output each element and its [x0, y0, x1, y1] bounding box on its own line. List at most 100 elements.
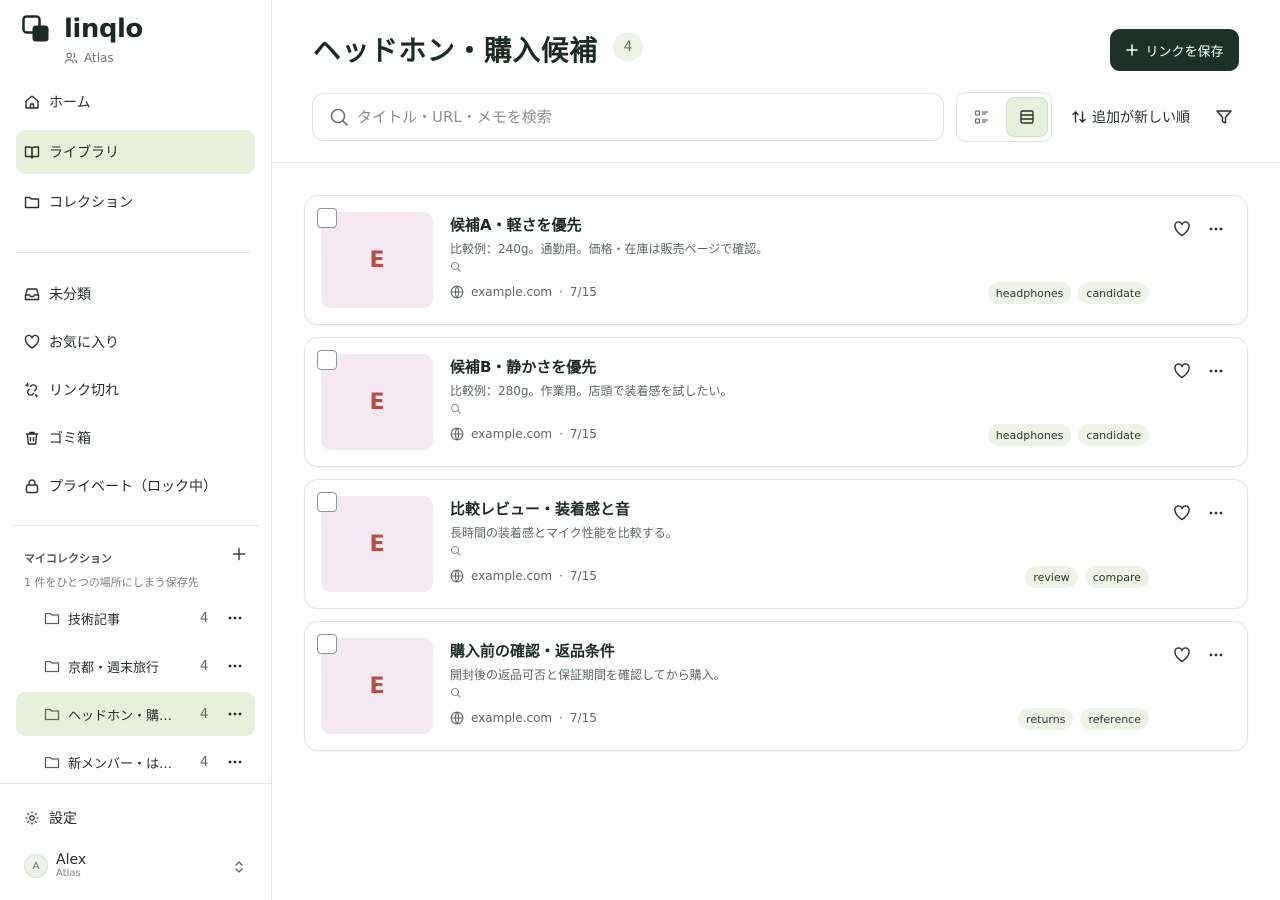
list-compact-view-button[interactable] — [961, 97, 1003, 137]
link-card[interactable]: E 購入前の確認・返品条件 開封後の返品可否と保証期間を確認してから購入。 ex… — [304, 621, 1248, 751]
search-box[interactable] — [312, 93, 944, 141]
folder-icon — [44, 754, 60, 770]
tag[interactable]: compare — [1084, 566, 1149, 588]
globe-icon — [450, 569, 464, 583]
list-view-button[interactable] — [1006, 97, 1048, 137]
user-workspace: Atlas — [56, 868, 81, 879]
link-date: 7/15 — [569, 427, 597, 441]
link-title[interactable]: 候補B・静かさを優先 — [450, 356, 596, 377]
search-icon — [450, 545, 462, 557]
folder-icon — [44, 706, 60, 722]
tag[interactable]: candidate — [1078, 424, 1149, 446]
tag[interactable]: returns — [1018, 708, 1074, 730]
nav-trash-label: ゴミ箱 — [49, 431, 91, 447]
app-name: linqlo — [64, 14, 143, 44]
link-meta: example.com · 7/15 — [450, 711, 597, 725]
nav-private[interactable]: プライベート（ロック中） — [16, 464, 255, 508]
add-collection-button[interactable] — [230, 545, 248, 563]
link-title[interactable]: 候補A・軽さを優先 — [450, 214, 582, 235]
folder-icon — [44, 658, 60, 674]
link-card[interactable]: E 候補A・軽さを優先 比較例：240g。通勤用。価格・在庫は販売ページで確認。… — [304, 195, 1248, 325]
collection-item[interactable]: 新メンバー・はじめに 4 — [16, 740, 255, 784]
tag[interactable]: headphones — [987, 424, 1072, 446]
user-menu[interactable]: A Alex Atlas — [24, 852, 86, 880]
filter-icon[interactable] — [1215, 108, 1233, 126]
tag[interactable]: reference — [1080, 708, 1149, 730]
trash-icon — [24, 430, 40, 446]
search-input[interactable] — [357, 108, 917, 126]
avatar: A — [24, 854, 48, 878]
tag-list: review compare — [1018, 566, 1149, 588]
collection-item[interactable]: 技術記事 4 — [16, 596, 255, 640]
more-icon[interactable] — [1207, 504, 1225, 522]
more-icon[interactable] — [227, 706, 243, 722]
more-icon[interactable] — [227, 658, 243, 674]
sort-dropdown[interactable]: 追加が新しい順 — [1071, 106, 1190, 128]
nav-broken-links[interactable]: リンク切れ — [16, 368, 255, 412]
view-toggle — [956, 92, 1052, 142]
nav-home[interactable]: ホーム — [16, 80, 255, 124]
nav-library[interactable]: ライブラリ — [16, 130, 255, 174]
heart-icon[interactable] — [1173, 220, 1191, 238]
more-icon[interactable] — [1207, 220, 1225, 238]
header-divider — [272, 162, 1280, 163]
link-title[interactable]: 購入前の確認・返品条件 — [450, 640, 615, 661]
link-title[interactable]: 比較レビュー・装着感と音 — [450, 498, 630, 519]
link-date: 7/15 — [569, 569, 597, 583]
tag[interactable]: candidate — [1078, 282, 1149, 304]
collection-count: 4 — [200, 754, 209, 770]
gear-icon — [24, 810, 40, 826]
collections-section-title: マイコレクション — [24, 552, 112, 565]
link-meta: example.com · 7/15 — [450, 427, 597, 441]
nav-home-label: ホーム — [49, 95, 91, 111]
nav-unsorted-label: 未分類 — [49, 287, 91, 303]
select-checkbox[interactable] — [317, 492, 337, 512]
collection-name: 新メンバー・はじめに — [68, 756, 184, 772]
link-card[interactable]: E 候補B・静かさを優先 比較例：280g。作業用。店頭で装着感を試したい。 e… — [304, 337, 1248, 467]
globe-icon — [450, 711, 464, 725]
tag-list: headphones candidate — [981, 282, 1149, 304]
more-icon[interactable] — [1207, 362, 1225, 380]
sort-arrows-icon — [1071, 109, 1087, 125]
chevron-up-down-icon[interactable] — [231, 859, 247, 875]
sidebar-divider — [16, 252, 251, 253]
search-icon — [450, 261, 462, 273]
workspace-label[interactable]: Atlas — [64, 51, 114, 65]
lock-icon — [24, 478, 40, 494]
search-icon — [450, 687, 462, 699]
more-icon[interactable] — [227, 610, 243, 626]
tag[interactable]: headphones — [987, 282, 1072, 304]
link-domain: example.com — [471, 569, 553, 583]
nav-trash[interactable]: ゴミ箱 — [16, 416, 255, 460]
save-link-button[interactable]: リンクを保存 — [1110, 29, 1239, 71]
link-card[interactable]: E 比較レビュー・装着感と音 長時間の装着感とマイク性能を比較する。 examp… — [304, 479, 1248, 609]
sidebar-divider — [0, 783, 271, 784]
save-link-label: リンクを保存 — [1145, 44, 1224, 60]
heart-icon[interactable] — [1173, 362, 1191, 380]
collection-name: ヘッドホン・購入候補 — [68, 708, 184, 724]
collection-item[interactable]: ヘッドホン・購入候補 4 — [16, 692, 255, 736]
app-logo[interactable]: linqlo — [22, 14, 143, 44]
link-note: 開封後の返品可否と保証期間を確認してから購入。 — [450, 668, 726, 682]
select-checkbox[interactable] — [317, 208, 337, 228]
globe-icon — [450, 285, 464, 299]
select-checkbox[interactable] — [317, 350, 337, 370]
folder-icon — [44, 610, 60, 626]
select-checkbox[interactable] — [317, 634, 337, 654]
more-icon[interactable] — [227, 754, 243, 770]
tag[interactable]: review — [1025, 566, 1078, 588]
collection-item[interactable]: 京都・週末旅行 4 — [16, 644, 255, 688]
collection-count: 4 — [200, 706, 209, 722]
nav-collections[interactable]: コレクション — [16, 180, 255, 224]
nav-favorites[interactable]: お気に入り — [16, 320, 255, 364]
nav-unsorted[interactable]: 未分類 — [16, 272, 255, 316]
nav-favorites-label: お気に入り — [49, 335, 119, 351]
tag-list: returns reference — [1011, 708, 1149, 730]
more-icon[interactable] — [1207, 646, 1225, 664]
heart-icon[interactable] — [1173, 646, 1191, 664]
collection-count: 4 — [200, 658, 209, 674]
user-name: Alex — [56, 852, 87, 868]
nav-settings[interactable]: 設定 — [16, 800, 255, 836]
heart-icon[interactable] — [1173, 504, 1191, 522]
page-title: ヘッドホン・購入候補 — [313, 34, 599, 67]
